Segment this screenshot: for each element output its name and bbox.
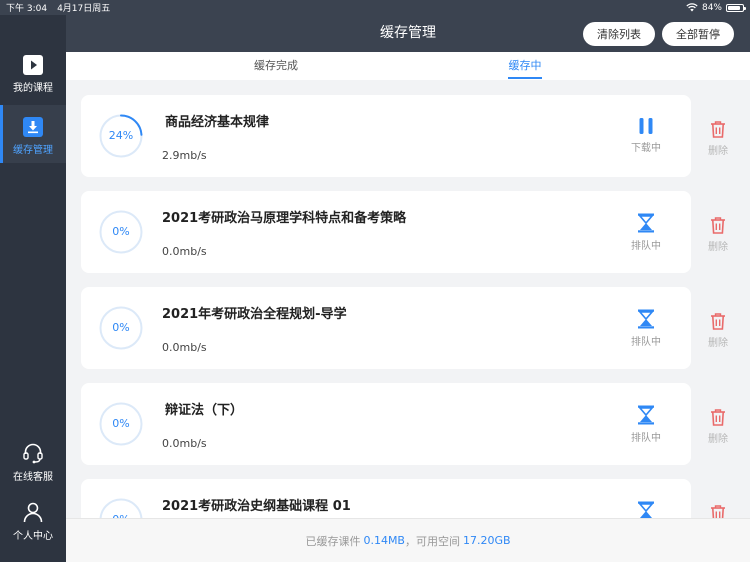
- queue-status-button[interactable]: [621, 501, 671, 518]
- sidebar-item-label: 缓存管理: [13, 145, 53, 156]
- sidebar-item-cache-manage[interactable]: 缓存管理: [0, 105, 66, 163]
- progress-percent: 24%: [108, 129, 134, 142]
- download-speed: 0.0mb/s: [162, 437, 207, 450]
- download-icon: [23, 117, 43, 137]
- progress-ring: 0%: [99, 210, 143, 254]
- queue-status-button[interactable]: 排队中: [621, 309, 671, 348]
- course-title: 2021年考研政治全程规划-导学: [162, 307, 347, 322]
- download-status: 排队中: [631, 433, 661, 444]
- status-date: 4月17日周五: [57, 4, 111, 14]
- delete-label: 删除: [708, 242, 728, 253]
- download-speed: 0.0mb/s: [162, 341, 207, 354]
- pause-icon: [639, 118, 653, 134]
- progress-percent: 0%: [112, 321, 130, 334]
- progress-ring: 24%: [99, 114, 143, 158]
- user-icon: [23, 502, 43, 523]
- sidebar-item-label: 在线客服: [13, 472, 53, 483]
- download-speed: 2.9mb/s: [162, 149, 207, 162]
- cached-label: 已缓存课件: [305, 534, 361, 548]
- headset-icon: [23, 443, 43, 464]
- progress-percent: 0%: [112, 417, 130, 430]
- tab-cache-complete[interactable]: 缓存完成: [250, 52, 302, 80]
- summary-separator: ，: [404, 534, 416, 548]
- wifi-icon: [686, 3, 698, 12]
- pause-all-button[interactable]: 全部暂停: [662, 22, 734, 46]
- sidebar: 我的课程 缓存管理 在线客服 个人中心: [0, 15, 66, 562]
- download-item[interactable]: 24% 商品经济基本规律 2.9mb/s 下载中: [81, 95, 691, 177]
- course-title: 辩证法（下）: [165, 403, 244, 418]
- queue-status-button[interactable]: 排队中: [621, 405, 671, 444]
- battery-icon: [726, 3, 746, 12]
- delete-button[interactable]: 删除: [693, 120, 743, 157]
- tab-bar: 缓存完成 缓存中: [66, 52, 750, 80]
- trash-icon: [711, 409, 725, 426]
- trash-icon: [711, 217, 725, 234]
- course-title: 2021考研政治马原理学科特点和备考策略: [162, 211, 407, 226]
- cached-value: 0.14MB: [363, 534, 405, 547]
- sidebar-item-label: 个人中心: [13, 531, 53, 542]
- download-status: 排队中: [631, 241, 661, 252]
- hourglass-icon: [638, 501, 654, 518]
- delete-button[interactable]: [693, 504, 743, 518]
- progress-ring: 0%: [99, 498, 143, 518]
- download-speed: 0.0mb/s: [162, 245, 207, 258]
- clear-list-button[interactable]: 清除列表: [583, 22, 655, 46]
- delete-button[interactable]: 删除: [693, 312, 743, 349]
- progress-percent: 0%: [99, 498, 143, 518]
- delete-button[interactable]: 删除: [693, 408, 743, 445]
- top-bar: 缓存管理 清除列表 全部暂停: [66, 15, 750, 52]
- download-status: 下载中: [631, 143, 661, 154]
- battery-percent: 84%: [701, 2, 722, 13]
- download-list: 24% 商品经济基本规律 2.9mb/s 下载中 删除 0% 2021考研政治马…: [66, 80, 750, 518]
- trash-icon: [711, 121, 725, 138]
- download-item[interactable]: 0% 2021年考研政治全程规划-导学 0.0mb/s 排队中: [81, 287, 691, 369]
- sidebar-item-personal-center[interactable]: 个人中心: [0, 501, 66, 549]
- space-label: 可用空间: [415, 534, 460, 548]
- status-time: 下午 3:04: [6, 4, 48, 14]
- queue-status-button[interactable]: 排队中: [621, 213, 671, 252]
- download-item[interactable]: 0% 辩证法（下） 0.0mb/s 排队中: [81, 383, 691, 465]
- pause-button[interactable]: 下载中: [621, 117, 671, 154]
- hourglass-icon: [638, 405, 654, 425]
- delete-button[interactable]: 删除: [693, 216, 743, 253]
- course-title: 2021考研政治史纲基础课程 01: [162, 499, 351, 514]
- download-item[interactable]: 0% 2021考研政治马原理学科特点和备考策略 0.0mb/s 排队中: [81, 191, 691, 273]
- trash-icon: [711, 505, 725, 518]
- sidebar-item-my-courses[interactable]: 我的课程: [0, 55, 66, 103]
- tab-caching[interactable]: 缓存中: [506, 52, 544, 80]
- space-value: 17.20GB: [462, 534, 511, 547]
- sidebar-item-label: 我的课程: [13, 83, 53, 94]
- course-title: 商品经济基本规律: [165, 115, 270, 130]
- trash-icon: [711, 313, 725, 330]
- download-item[interactable]: 0% 2021考研政治史纲基础课程 01: [81, 479, 691, 518]
- progress-ring: 0%: [99, 402, 143, 446]
- hourglass-icon: [638, 309, 654, 329]
- download-status: 排队中: [631, 337, 661, 348]
- storage-summary: 已缓存课件 0.14MB ， 可用空间 17.20GB: [66, 518, 750, 562]
- status-bar: 下午 3:04 4月17日周五 84%: [0, 0, 750, 15]
- delete-label: 删除: [708, 338, 728, 349]
- play-icon: [23, 55, 43, 75]
- progress-percent: 0%: [112, 225, 130, 238]
- sidebar-item-online-service[interactable]: 在线客服: [0, 442, 66, 490]
- progress-ring: 0%: [99, 306, 143, 350]
- delete-label: 删除: [708, 434, 728, 445]
- hourglass-icon: [638, 213, 654, 233]
- delete-label: 删除: [708, 146, 728, 157]
